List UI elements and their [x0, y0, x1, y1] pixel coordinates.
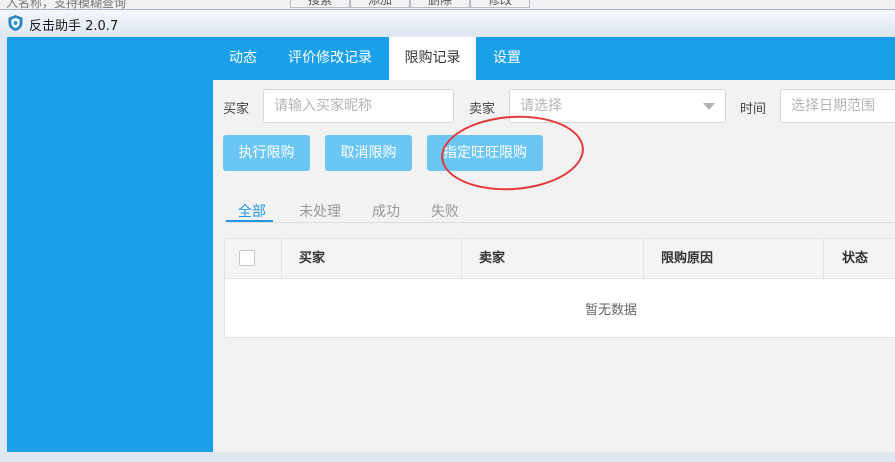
select-all-checkbox[interactable] [239, 250, 255, 266]
background-search-hint: 入名称，支持模糊查询 [6, 0, 127, 9]
column-seller[interactable]: 卖家 [479, 239, 505, 279]
table-header: 买家 卖家 限购原因 状态 [225, 239, 895, 279]
tab-settings[interactable]: 设置 [481, 37, 533, 80]
top-nav: 动态 评价修改记录 限购记录 设置 [213, 37, 895, 80]
subtab-success[interactable]: 成功 [372, 201, 400, 221]
date-range-input[interactable]: 选择日期范围 [780, 89, 895, 123]
main-panel: 动态 评价修改记录 限购记录 设置 买家 请输入买家昵称 卖家 请选择 时间 选… [213, 37, 895, 453]
window-title: 反击助手 2.0.7 [29, 19, 119, 34]
sidebar [7, 37, 213, 453]
column-divider [281, 239, 282, 279]
column-status[interactable]: 状态 [842, 239, 868, 279]
column-divider [461, 239, 462, 279]
tab-dynamics[interactable]: 动态 [213, 37, 273, 80]
subtab-divider [226, 222, 895, 223]
time-label: 时间 [740, 102, 767, 117]
app-window: 反击助手 2.0.7 动态 评价修改记录 限购记录 设置 买家 请输入买家昵称 … [0, 9, 895, 453]
client-area: 动态 评价修改记录 限购记录 设置 买家 请输入买家昵称 卖家 请选择 时间 选… [7, 37, 895, 453]
column-divider [643, 239, 644, 279]
column-divider [823, 239, 824, 279]
execute-limit-button[interactable]: 执行限购 [223, 135, 310, 171]
empty-state-text: 暂无数据 [585, 303, 638, 318]
tab-purchase-limit-records[interactable]: 限购记录 [389, 37, 476, 80]
background-edit-button[interactable]: 修改 [470, 0, 530, 8]
designate-wangwang-limit-button[interactable]: 指定旺旺限购 [427, 135, 543, 171]
subtab-active-indicator [226, 220, 273, 222]
tab-review-edit-records[interactable]: 评价修改记录 [279, 37, 381, 80]
column-limit-reason[interactable]: 限购原因 [661, 239, 713, 279]
seller-label: 卖家 [469, 102, 496, 117]
seller-select[interactable]: 请选择 [509, 89, 726, 123]
cancel-limit-button[interactable]: 取消限购 [325, 135, 412, 171]
column-buyer[interactable]: 买家 [299, 239, 325, 279]
subtab-failed[interactable]: 失败 [431, 201, 459, 221]
background-delete-button[interactable]: 删除 [410, 0, 470, 8]
subtab-all[interactable]: 全部 [238, 201, 266, 221]
background-search-button[interactable]: 搜索 [290, 0, 350, 8]
seller-select-placeholder: 请选择 [520, 98, 562, 114]
subtab-unprocessed[interactable]: 未处理 [299, 201, 341, 221]
buyer-label: 买家 [223, 102, 250, 117]
background-window: 入名称，支持模糊查询 搜索 添加 删除 修改 [0, 0, 895, 9]
title-bar[interactable]: 反击助手 2.0.7 [0, 10, 895, 37]
buyer-nickname-input[interactable]: 请输入买家昵称 [263, 89, 454, 123]
shield-icon [8, 15, 23, 31]
chevron-down-icon [703, 103, 715, 110]
background-add-button[interactable]: 添加 [350, 0, 410, 8]
window-bottom-edge [0, 452, 895, 462]
records-table: 买家 卖家 限购原因 状态 暂无数据 [224, 238, 895, 338]
